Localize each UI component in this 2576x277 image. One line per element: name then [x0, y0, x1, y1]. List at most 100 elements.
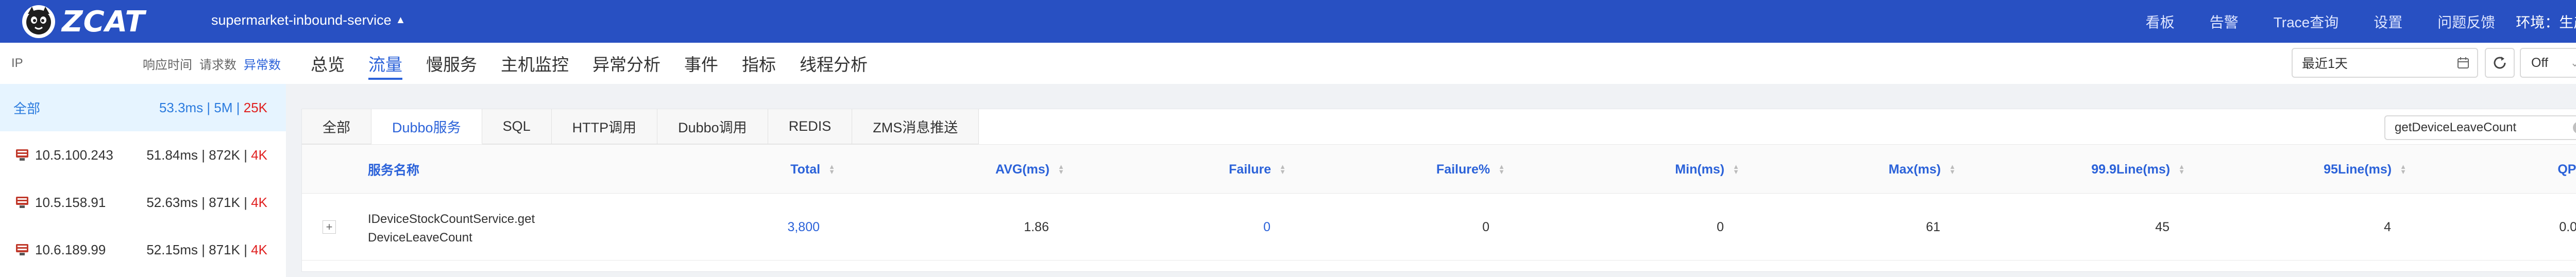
ip-stats: 52.63ms | 871K | 4K [146, 194, 267, 210]
logo-mark-icon [22, 5, 55, 38]
cell-failure-pct: 0 [1384, 194, 1489, 261]
ip-host: 10.5.100.243 [35, 147, 113, 163]
tab-slow-service[interactable]: 慢服务 [426, 43, 477, 84]
ip-row-all[interactable]: 全部 53.3ms | 5M | 25K [0, 84, 286, 131]
col-failure[interactable]: Failure ▲ ▼ [1167, 145, 1286, 194]
tab-exception-analysis[interactable]: 异常分析 [592, 43, 660, 84]
col-max[interactable]: Max(ms) ▲ ▼ [1817, 145, 1956, 194]
ip-row[interactable]: 10.5.158.91 52.63ms | 871K | 4K [0, 179, 286, 226]
nav-item-dashboard[interactable]: 看板 [2146, 11, 2175, 32]
ip-err: 4K [251, 194, 267, 210]
subtab-dubbo-call[interactable]: Dubbo调用 [657, 109, 768, 144]
sort-icon[interactable]: ▲ ▼ [2178, 163, 2185, 175]
date-range-value: 最近1天 [2302, 57, 2348, 71]
qps-value: 0.04 [2559, 219, 2576, 234]
ip-resp: 52.63ms [146, 194, 198, 210]
date-range-picker[interactable]: 最近1天 [2292, 48, 2478, 78]
sort-icon[interactable]: ▲ ▼ [1949, 163, 1956, 175]
cell-qps: 0.04 [2466, 194, 2576, 261]
nav-item-settings[interactable]: 设置 [2374, 11, 2402, 32]
ip-req: 872K [209, 147, 240, 163]
cell-avg: 1.86 [946, 194, 1049, 261]
ip-host: 10.6.189.99 [35, 241, 106, 257]
col-label: AVG(ms) [995, 162, 1050, 177]
ip-resp: 53.3ms [159, 99, 204, 115]
col-label: 95Line(ms) [2324, 162, 2392, 177]
ip-row[interactable]: 10.5.100.243 51.84ms | 872K | 4K [0, 131, 286, 179]
service-name-line: IDeviceStockCountService.get [368, 212, 535, 226]
cell-max: 61 [1817, 194, 1940, 261]
top-bar: ZCAT supermarket-inbound-service ▲ 看板 告警… [0, 0, 2576, 43]
service-name-line: DeviceLeaveCount [368, 231, 472, 245]
col-min[interactable]: Min(ms) ▲ ▼ [1621, 145, 1739, 194]
nav-item-alert[interactable]: 告警 [2210, 11, 2239, 32]
tab-events[interactable]: 事件 [684, 43, 718, 84]
resp-time-column[interactable]: 响应时间 [143, 55, 192, 73]
col-service-name[interactable]: 服务名称 [368, 145, 419, 194]
cell-failure[interactable]: 0 [1167, 194, 1270, 261]
sort-icon[interactable]: ▲ ▼ [1279, 163, 1286, 175]
ip-err: 25K [243, 99, 267, 115]
col-label: 99.9Line(ms) [2091, 162, 2171, 177]
tab-metrics[interactable]: 指标 [742, 43, 776, 84]
service-name: supermarket-inbound-service [211, 12, 392, 28]
tab-traffic[interactable]: 流量 [368, 43, 402, 84]
subtab-redis[interactable]: REDIS [768, 109, 853, 144]
subtab-dubbo-service[interactable]: Dubbo服务 [371, 109, 482, 144]
env-label[interactable]: 环境：生产 2.0 [2516, 11, 2576, 32]
logo-text: ZCAT [62, 5, 145, 39]
col-95-line[interactable]: 95Line(ms) ▲ ▼ [2260, 145, 2406, 194]
col-total[interactable]: Total ▲ ▼ [699, 145, 835, 194]
ip-row[interactable]: 10.6.189.99 52.15ms | 871K | 4K [0, 226, 286, 273]
tab-thread-analysis[interactable]: 线程分析 [800, 43, 868, 84]
request-count-column[interactable]: 请求数 [199, 55, 236, 73]
l999-value: 45 [2155, 219, 2170, 234]
subtab-all[interactable]: 全部 [302, 109, 371, 144]
ip-host: 全部 [13, 100, 41, 116]
sort-icon[interactable]: ▲ ▼ [1498, 163, 1505, 175]
nav-item-trace[interactable]: Trace查询 [2274, 11, 2339, 32]
l95-value: 4 [2384, 219, 2391, 234]
col-avg[interactable]: AVG(ms) ▲ ▼ [946, 145, 1064, 194]
ip-list-header: IP 响应时间 请求数 异常数 [0, 43, 286, 84]
col-qps[interactable]: QPS ▲▼ [2466, 145, 2576, 194]
cell-total[interactable]: 3,800 [699, 194, 820, 261]
failure-pct-value: 0 [1482, 219, 1489, 234]
ip-req: 871K [209, 241, 240, 257]
sub-tabs: 全部 Dubbo服务 SQL HTTP调用 Dubbo调用 REDIS ZMS消… [302, 109, 979, 144]
nav-item-feedback[interactable]: 问题反馈 [2437, 11, 2495, 32]
service-table: 服务名称 Total ▲ ▼ AVG(ms) ▲ ▼ Failure ▲ ▼ Fail… [302, 144, 2576, 261]
table-row[interactable]: + IDeviceStockCountService.get DeviceLea… [302, 194, 2576, 261]
ip-err: 4K [251, 147, 267, 163]
auto-refresh-select[interactable]: Off ⌄ [2520, 48, 2576, 78]
subtab-zms-push[interactable]: ZMS消息推送 [852, 109, 979, 144]
subtab-sql[interactable]: SQL [482, 109, 552, 144]
service-selector[interactable]: supermarket-inbound-service ▲ [211, 12, 405, 28]
total-link[interactable]: 3,800 [787, 220, 820, 235]
auto-refresh-value: Off [2531, 55, 2548, 70]
clear-icon[interactable]: ✕ [2573, 122, 2576, 134]
search-value: getDeviceLeaveCount [2395, 120, 2517, 134]
ip-req: 5M [214, 99, 233, 115]
chevron-down-icon: ⌄ [2570, 56, 2576, 69]
search-input[interactable]: getDeviceLeaveCount ✕ [2384, 115, 2576, 140]
expand-icon[interactable]: + [323, 220, 336, 234]
error-count-column[interactable]: 异常数 [244, 55, 281, 73]
logo[interactable]: ZCAT [21, 3, 145, 40]
col-failure-pct[interactable]: Failure% ▲ ▼ [1384, 145, 1505, 194]
col-99-9-line[interactable]: 99.9Line(ms) ▲ ▼ [2033, 145, 2185, 194]
main-content: 全部 Dubbo服务 SQL HTTP调用 Dubbo调用 REDIS ZMS消… [286, 84, 2576, 277]
tab-overview[interactable]: 总览 [311, 43, 345, 84]
failure-link[interactable]: 0 [1263, 220, 1270, 235]
tab-host-monitor[interactable]: 主机监控 [501, 43, 569, 84]
refresh-button[interactable] [2485, 48, 2515, 78]
sort-icon[interactable]: ▲ ▼ [2400, 163, 2406, 175]
sort-icon[interactable]: ▲ ▼ [828, 163, 835, 175]
subtab-http-call[interactable]: HTTP调用 [551, 109, 658, 144]
sort-icon[interactable]: ▲ ▼ [1058, 163, 1064, 175]
refresh-icon [2494, 57, 2506, 69]
ip-stats: 51.84ms | 872K | 4K [146, 147, 267, 163]
sort-icon[interactable]: ▲ ▼ [1733, 163, 1739, 175]
ip-stats: 52.15ms | 871K | 4K [146, 241, 267, 257]
calendar-icon [2458, 57, 2469, 68]
